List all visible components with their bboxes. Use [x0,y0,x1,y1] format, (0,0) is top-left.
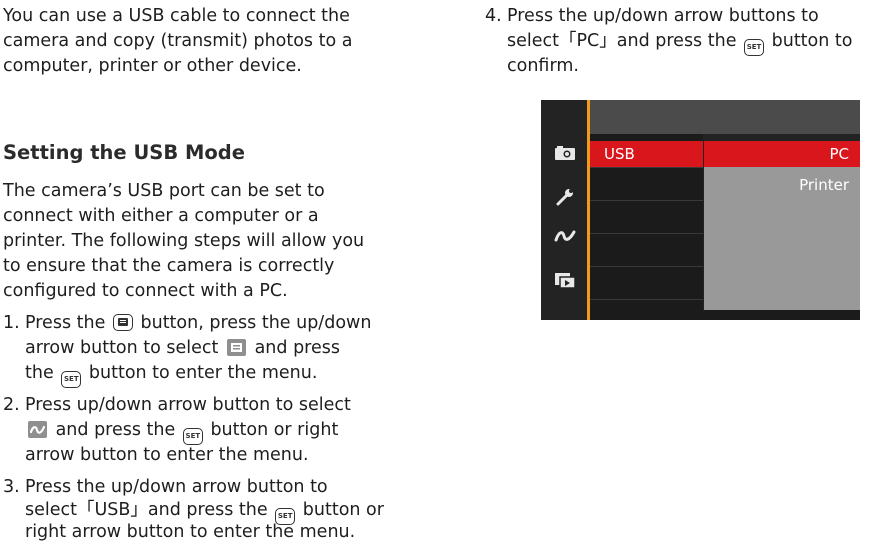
connection-menu-icon [28,421,47,438]
desc-line-4: to ensure that the camera is correctly [3,256,335,276]
setup-menu-icon [227,339,246,356]
desc-line-3: printer. The following steps will allow … [3,231,365,251]
step-3-line-3: right arrow button to enter the menu. [25,522,356,542]
step-number: 4. [485,6,502,26]
section-heading: Setting the USB Mode [3,141,245,164]
connection-icon [554,230,576,242]
wrench-icon [556,189,573,206]
set-button-icon: SET [61,371,82,388]
camera-icon [555,146,575,160]
camera-menu-screen: USB PC Printer [541,100,860,320]
intro-line-3: computer, printer or other device. [3,56,302,76]
playback-icon [555,273,576,289]
option-printer[interactable]: Printer [704,172,860,198]
option-pc[interactable]: PC [704,141,860,167]
desc-line-2: connect with either a computer or a [3,206,319,226]
intro-line-2: camera and copy (transmit) photos to a [3,31,353,51]
menu-button-icon [112,314,133,331]
step-number: 3. [3,477,20,497]
menu-row-divider [590,266,703,267]
step-3-line-1: 3. Press the up/down arrow button to [3,475,328,500]
step-4-line-3: confirm. [507,56,579,76]
menu-row-divider [590,200,703,201]
step-1-line-3: the SET button to enter the menu. [25,361,317,388]
menu-row-divider [590,167,703,168]
intro-line-1: You can use a USB cable to connect the [3,6,350,26]
menu-row-divider [590,299,703,300]
menu-row-divider [590,233,703,234]
step-1-line-2: arrow button to select and press [25,338,340,358]
menu-item-usb[interactable]: USB [590,141,703,167]
menu-title-bar [590,100,860,134]
step-1-line-1: 1. Press the button, press the up/down [3,311,371,336]
step-2-line-1: 2. Press up/down arrow button to select [3,393,351,418]
step-number: 1. [3,313,20,333]
step-4-line-1: 4. Press the up/down arrow buttons to [485,4,819,29]
step-4-line-2: select「PC」and press the SET button to [507,29,852,56]
menu-sidebar [541,100,587,320]
set-button-icon: SET [744,39,765,56]
step-2-line-2: and press the SET button or right [25,418,338,445]
menu-bottom-strip [590,310,860,320]
step-2-line-3: arrow button to enter the menu. [25,445,309,465]
desc-line-5: configured to connect with a PC. [3,281,288,301]
desc-line-1: The camera’s USB port can be set to [3,181,325,201]
step-number: 2. [3,395,20,415]
